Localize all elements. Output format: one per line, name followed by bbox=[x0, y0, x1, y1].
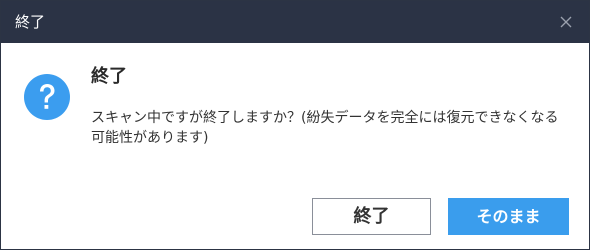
title-bar: 終了 bbox=[1, 1, 589, 43]
dialog-message: スキャン中ですが終了しますか？(紛失データを完全には復元できなくなる可能性があり… bbox=[91, 110, 559, 146]
continue-button[interactable]: そのまま bbox=[448, 198, 569, 235]
close-icon[interactable] bbox=[558, 14, 574, 30]
question-icon bbox=[23, 73, 71, 121]
window-title: 終了 bbox=[15, 13, 46, 31]
dialog-heading: 終了 bbox=[91, 66, 127, 87]
quit-button[interactable]: 終了 bbox=[312, 198, 431, 235]
quit-confirmation-dialog: 終了 終了 スキャン中ですが終了しますか？(紛失データを完全には復元できなくなる… bbox=[0, 0, 590, 250]
